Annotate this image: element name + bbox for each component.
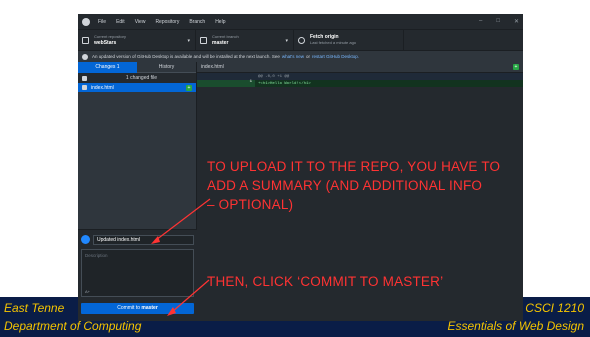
- commit-instruction: THEN, CLICK ‘COMMIT TO MASTER’: [207, 274, 444, 289]
- upload-instruction-line3: – OPTIONAL): [207, 197, 294, 212]
- tab-history[interactable]: History: [137, 62, 196, 73]
- summary-input[interactable]: [93, 234, 194, 245]
- changed-file-name: index.html: [91, 84, 114, 91]
- footer-course-title: Essentials of Web Design: [447, 319, 584, 333]
- add-coauthor-icon[interactable]: A+: [85, 289, 90, 294]
- update-banner: An updated version of GitHub Desktop is …: [78, 51, 523, 62]
- chevron-down-icon: ▾: [285, 38, 288, 44]
- menu-repository[interactable]: Repository: [155, 19, 179, 25]
- commit-button-branch: master: [141, 305, 158, 311]
- minimize-icon[interactable]: –: [479, 18, 482, 25]
- commit-panel: Description A+ Commit to master: [78, 229, 197, 321]
- file-added-icon: +: [513, 64, 519, 70]
- footer-department: Department of Computing: [4, 319, 142, 333]
- select-all-checkbox[interactable]: [82, 75, 87, 81]
- update-banner-text: An updated version of GitHub Desktop is …: [92, 54, 280, 59]
- menu-edit[interactable]: Edit: [116, 19, 125, 25]
- menu-help[interactable]: Help: [215, 19, 225, 25]
- sync-icon: [298, 36, 305, 44]
- diff-added-line: 1 +<h1>Hello World!</h1>: [197, 80, 523, 87]
- slide: East Tenne Department of Computing CSCI …: [0, 0, 590, 337]
- menu-file[interactable]: File: [98, 19, 106, 25]
- tab-changes[interactable]: Changes 1: [78, 62, 137, 73]
- diff-line-code: +<h1>Hello World!</h1>: [258, 81, 311, 86]
- avatar: [81, 235, 90, 244]
- changed-file-row[interactable]: index.html +: [78, 83, 196, 92]
- repository-icon: [82, 36, 89, 44]
- fetch-origin-button[interactable]: Fetch origin Last fetched a minute ago: [294, 30, 404, 50]
- diff-line-number: 1: [197, 80, 255, 87]
- footer-course-code: CSCI 1210: [525, 301, 584, 315]
- current-branch-value: master: [212, 40, 229, 46]
- changed-files-header: 1 changed file: [78, 73, 196, 83]
- commit-to-master-button[interactable]: Commit to master: [81, 303, 194, 314]
- branch-icon: [200, 36, 207, 44]
- sidebar: Changes 1 History 1 changed file index.h…: [78, 62, 197, 321]
- file-checkbox[interactable]: [82, 85, 87, 90]
- maximize-icon[interactable]: □: [496, 18, 500, 25]
- diff-file-name: index.html: [201, 64, 224, 70]
- banner-or-text: or: [306, 54, 311, 59]
- footer-university: East Tenne: [4, 301, 65, 315]
- commit-button-prefix: Commit to: [117, 305, 140, 311]
- diff-hunk-text: @@ -0,0 +1 @@: [258, 74, 290, 79]
- toolbar: Current repository webStars ▾ Current br…: [78, 30, 523, 51]
- upload-instruction-line2: ADD A SUMMARY (AND ADDITIONAL INFO: [207, 178, 483, 193]
- current-repository-value: webStars: [94, 40, 117, 46]
- current-branch-button[interactable]: Current branch master ▾: [196, 30, 294, 50]
- github-logo-icon: [82, 17, 90, 26]
- whats-new-link[interactable]: what's new: [282, 54, 304, 59]
- menu-view[interactable]: View: [135, 19, 146, 25]
- fetch-origin-status: Last fetched a minute ago: [310, 40, 357, 45]
- close-icon[interactable]: ✕: [514, 18, 519, 25]
- diff-header: index.html +: [197, 62, 523, 73]
- description-placeholder: Description: [85, 253, 108, 258]
- gift-icon: [82, 53, 88, 60]
- upload-instruction-line1: TO UPLOAD IT TO THE REPO, YOU HAVE TO: [207, 159, 501, 174]
- file-added-icon: +: [186, 84, 192, 91]
- chevron-down-icon: ▾: [187, 38, 190, 44]
- current-repository-button[interactable]: Current repository webStars ▾: [78, 30, 196, 50]
- diff-hunk-header: @@ -0,0 +1 @@: [197, 73, 523, 80]
- restart-link[interactable]: restart GitHub Desktop.: [312, 54, 359, 59]
- description-field[interactable]: Description A+: [81, 249, 194, 297]
- menu-branch[interactable]: Branch: [189, 19, 205, 25]
- title-bar: File Edit View Repository Branch Help – …: [78, 14, 523, 30]
- changed-files-count: 1 changed file: [125, 75, 158, 81]
- upload-instruction: TO UPLOAD IT TO THE REPO, YOU HAVE TO AD…: [207, 157, 500, 214]
